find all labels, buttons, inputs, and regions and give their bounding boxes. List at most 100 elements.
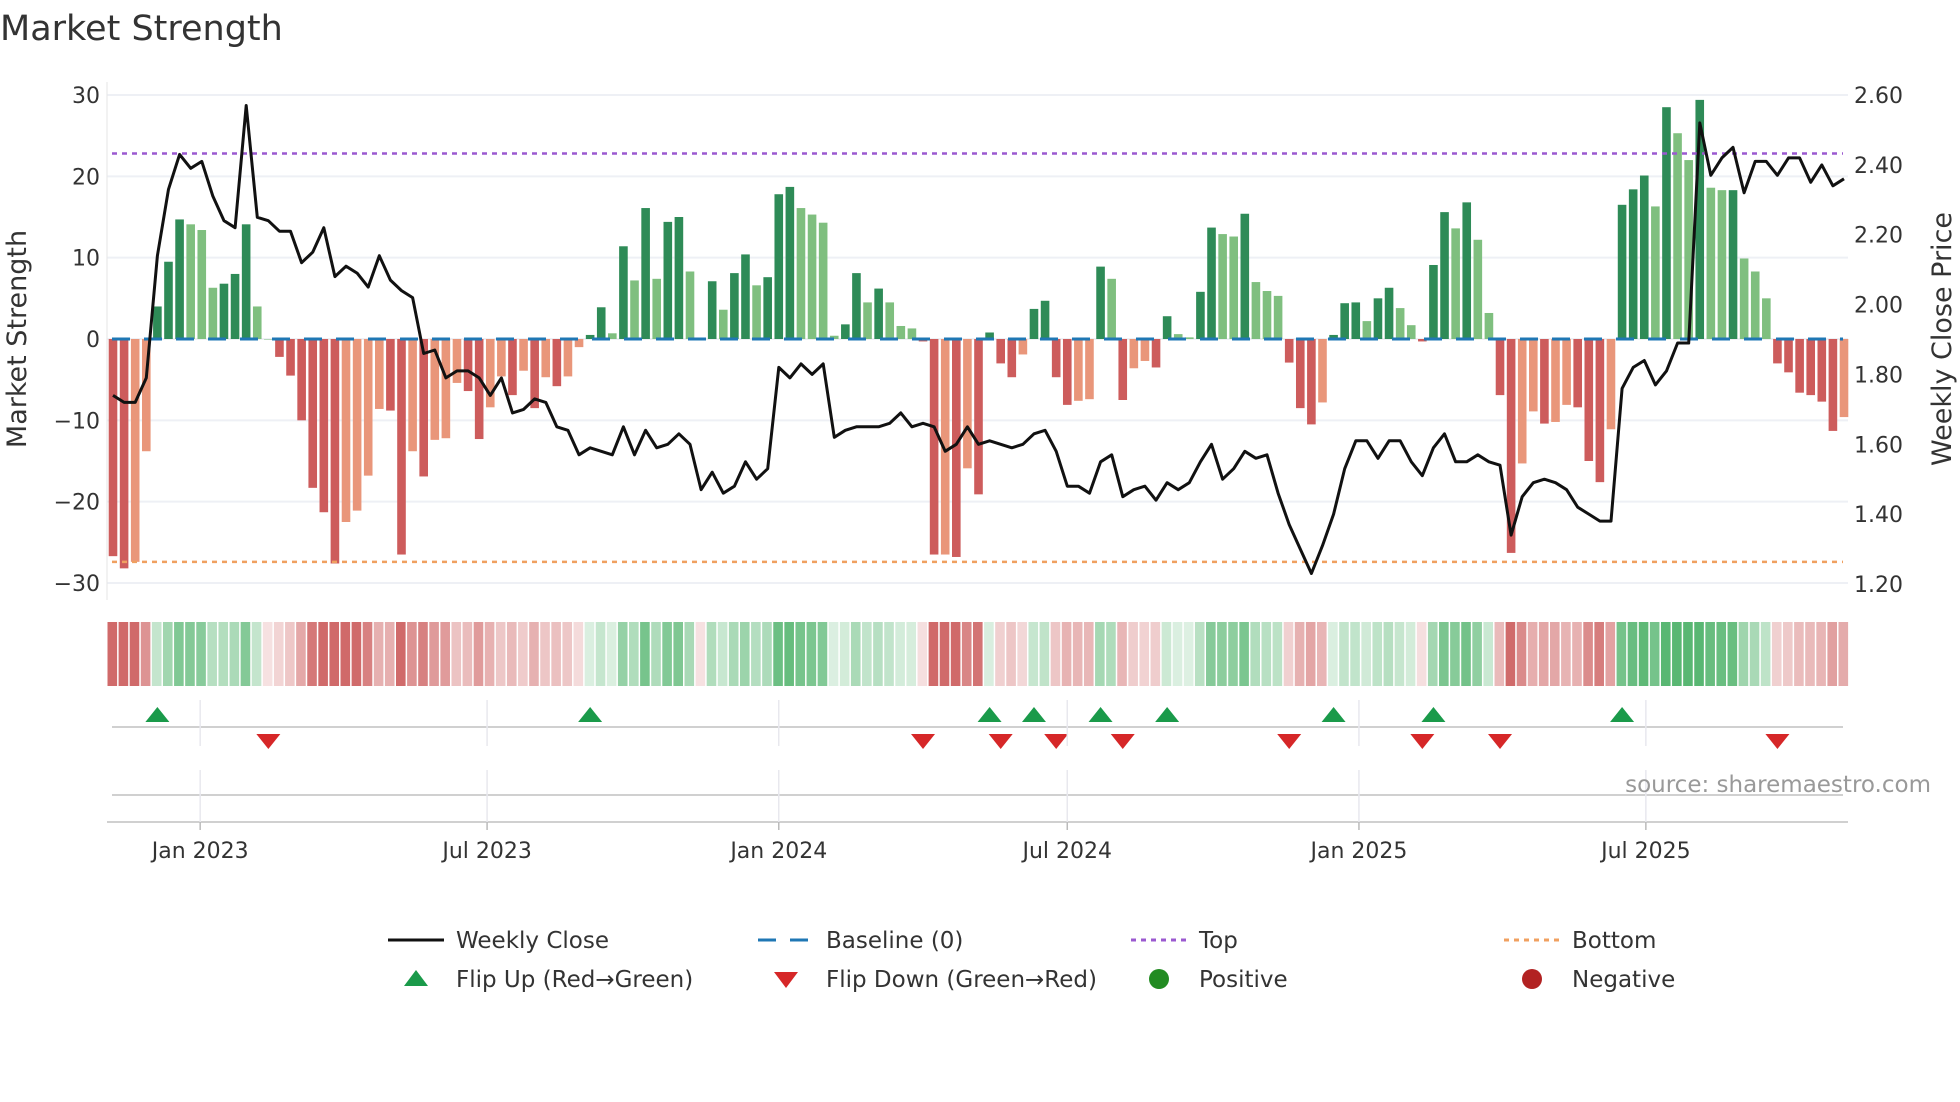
y-tick-label: 10 — [72, 247, 100, 272]
legend: Weekly Close Baseline (0) Top Bottom Flip Up… — [388, 928, 1675, 993]
strength-bar — [1295, 339, 1305, 409]
strip-cell — [529, 622, 539, 686]
strength-bar — [119, 339, 129, 569]
strength-bar — [1140, 339, 1150, 361]
strength-bar — [874, 288, 883, 339]
flip-up-icon — [404, 970, 428, 986]
strip-cell — [728, 622, 739, 686]
legend-negative-circle-icon — [1522, 969, 1542, 989]
strength-bar — [1717, 190, 1727, 339]
strip-cell — [1416, 622, 1427, 686]
flip-up-marker — [977, 707, 1002, 722]
strength-bar — [818, 222, 828, 339]
strength-bar — [1251, 282, 1261, 339]
strip-cell — [1328, 622, 1338, 686]
strip-cell — [140, 622, 151, 686]
y-tick-label: 20 — [72, 165, 100, 190]
strength-bar — [275, 339, 284, 357]
strength-bar — [852, 273, 861, 339]
strength-bar — [1739, 258, 1749, 339]
strength-bar — [1473, 239, 1483, 339]
strength-bar — [386, 339, 395, 411]
strength-bar — [1395, 308, 1405, 339]
strength-bar — [1662, 107, 1671, 339]
strip-cell — [1172, 622, 1183, 686]
strength-bar — [1062, 339, 1072, 405]
y-right-tick-label: 2.60 — [1854, 84, 1903, 109]
strength-bar — [1451, 228, 1460, 339]
strength-bar — [319, 339, 329, 513]
strength-bar — [308, 339, 318, 488]
strength-bar — [752, 285, 761, 339]
strip-cell — [185, 622, 195, 686]
strip-cell — [373, 622, 384, 686]
strength-bar — [763, 277, 772, 339]
strip-cell — [118, 622, 129, 686]
strip-cell — [273, 622, 284, 686]
strength-bar — [1628, 189, 1638, 339]
strength-bar — [297, 339, 306, 421]
strip-cell — [1339, 622, 1349, 686]
strip-cell — [673, 622, 683, 686]
strip-cell — [440, 622, 450, 686]
strip-cell — [950, 622, 961, 686]
strength-bar — [785, 186, 795, 339]
strength-bar — [264, 339, 273, 340]
legend-label: Flip Up (Red→Green) — [456, 967, 693, 993]
legend-label: Weekly Close — [456, 928, 609, 954]
strip-cell — [1760, 622, 1771, 686]
strength-bar — [1606, 339, 1616, 430]
strength-bar — [230, 273, 240, 339]
strip-cell — [162, 622, 173, 686]
x-tick-label: Jul 2025 — [1599, 839, 1691, 864]
strength-bar — [497, 339, 506, 377]
strip-cell — [895, 622, 905, 686]
strip-cell — [617, 622, 628, 686]
flip-up-marker — [1155, 707, 1180, 722]
strength-bar — [219, 283, 229, 339]
strength-bar — [1018, 339, 1028, 355]
strip-cell — [1394, 622, 1405, 686]
y-right-tick-label: 2.20 — [1854, 224, 1903, 249]
strength-bar — [1806, 339, 1816, 396]
strip-cell — [1061, 622, 1072, 686]
strength-bar — [996, 339, 1005, 364]
strength-bar — [841, 324, 850, 339]
flip-up-marker — [1421, 707, 1446, 722]
strip-cell — [1261, 622, 1272, 686]
strip-cell — [307, 622, 317, 686]
strip-cell — [595, 622, 606, 686]
strength-bar — [885, 302, 895, 339]
strip-cell — [362, 622, 373, 686]
strength-bar — [896, 325, 906, 339]
strip-cell — [1072, 622, 1083, 686]
strength-bar — [1828, 339, 1838, 431]
strip-cell — [495, 622, 506, 686]
strip-cell — [1439, 622, 1449, 686]
strip-cell — [196, 622, 206, 686]
strip-cell — [1006, 622, 1016, 686]
strip-cell — [1272, 622, 1283, 686]
strip-cell — [1716, 622, 1727, 686]
strength-bar — [452, 339, 462, 383]
strength-bar — [108, 339, 118, 557]
strip-cell — [806, 622, 817, 686]
strip-cell — [1361, 622, 1371, 686]
strip-cell — [1028, 622, 1039, 686]
strip-cell — [551, 622, 561, 686]
strip-cell — [1450, 622, 1460, 686]
strength-bar — [663, 221, 673, 339]
strength-bar — [1318, 339, 1327, 403]
strength-bar — [1706, 187, 1716, 339]
strip-cell — [762, 622, 772, 686]
strength-bar — [674, 217, 684, 339]
right-y-ticks: 2.60 2.40 2.20 2.00 1.80 1.60 1.40 1.20 — [1854, 84, 1903, 598]
strength-bar — [1373, 298, 1383, 339]
flip-up-marker — [1088, 707, 1113, 722]
strength-bar — [508, 339, 517, 396]
strip-cell — [1583, 622, 1593, 686]
strip-cell — [1239, 622, 1249, 686]
strength-bar — [397, 339, 406, 555]
strip-cell — [518, 622, 528, 686]
strength-bar — [175, 219, 184, 339]
